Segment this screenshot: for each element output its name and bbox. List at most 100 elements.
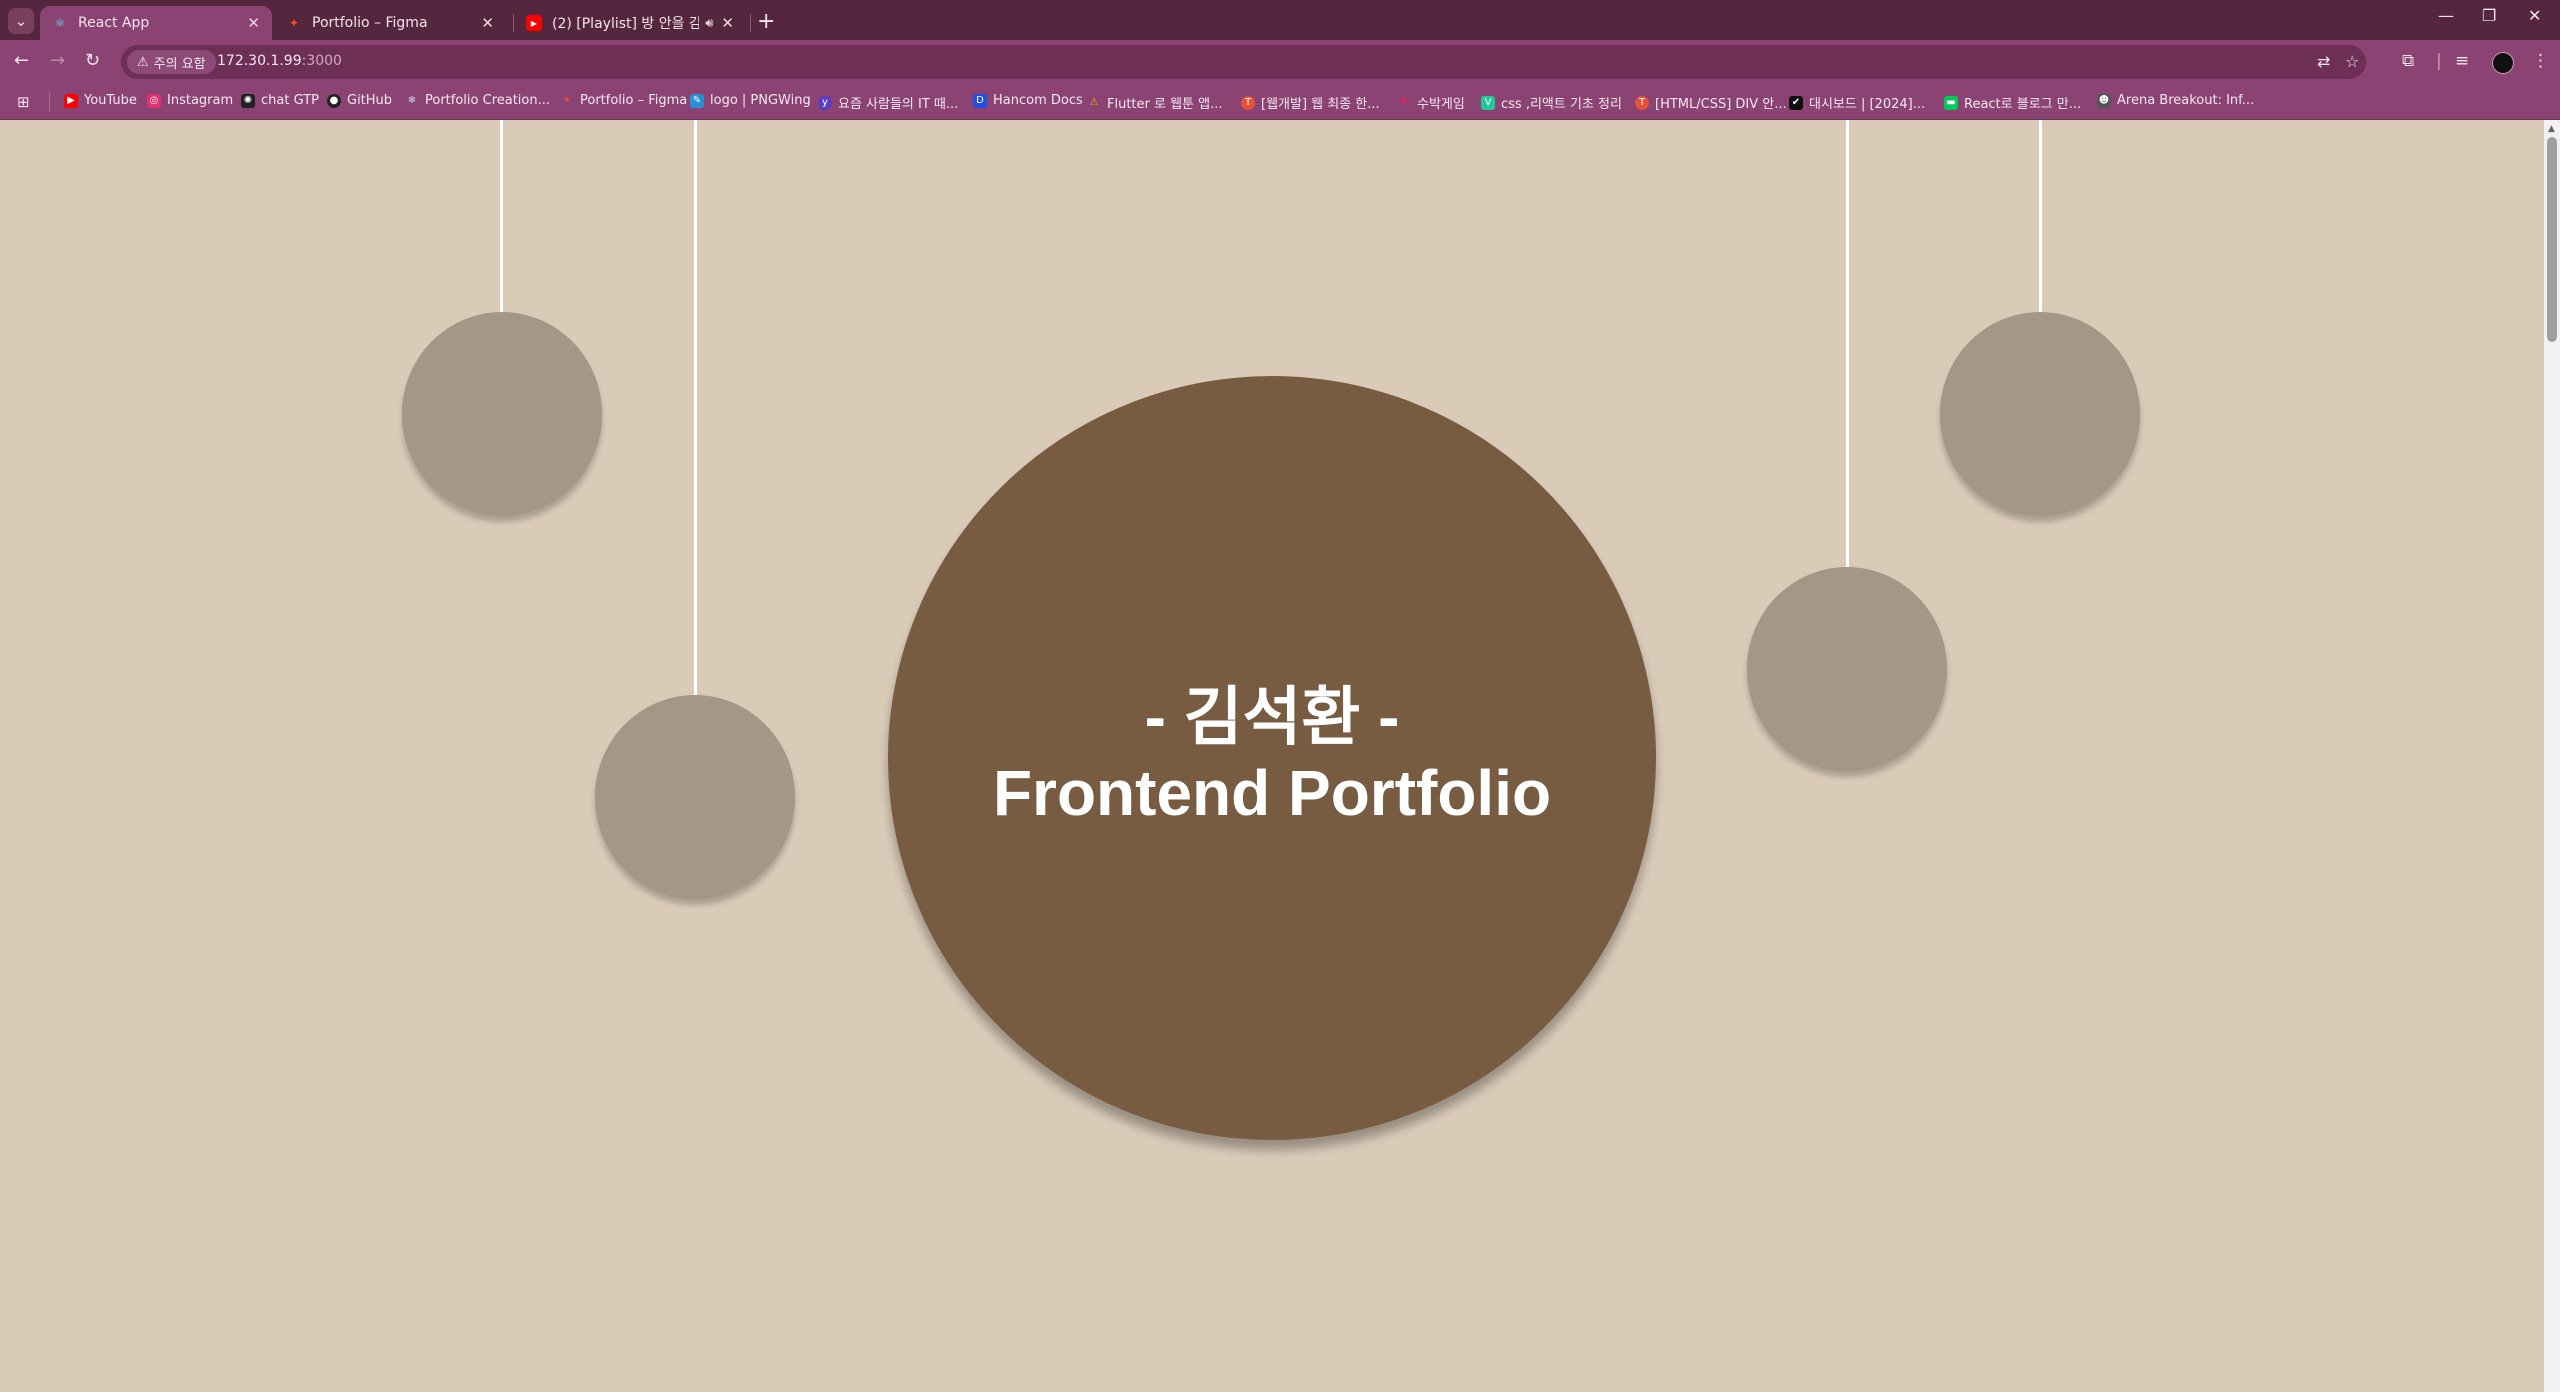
hanging-string [694, 120, 697, 696]
scrollbar-thumb[interactable] [2547, 137, 2557, 342]
back-icon[interactable]: ← [14, 50, 29, 71]
bookmark-github[interactable]: ● GitHub [327, 93, 392, 108]
bookmark-chat-gtp[interactable]: ✺ chat GTP [241, 93, 319, 108]
tab-search-button[interactable]: ⌄ [8, 8, 34, 34]
tab-title: React App [78, 15, 150, 31]
tistory-icon: T [1241, 95, 1255, 110]
figma-icon: ✦ [562, 95, 572, 106]
tab-title: Portfolio – Figma [312, 15, 428, 31]
url-port: :3000 [301, 53, 342, 69]
bookmark-dashboard[interactable]: ✔ 대시보드 | [2024]... [1789, 93, 1925, 112]
hancom-icon: D [973, 93, 987, 108]
browser-toolbar: ← → ↻ ⚠ 주의 요함 172.30.1.99:3000 ⇄ ☆ ⧉ | ≡… [0, 40, 2560, 85]
warning-icon: ⚠ [1089, 97, 1099, 108]
tab-title: (2) [Playlist] 방 안을 감싸는 [552, 16, 700, 32]
bookmark-label: Arena Breakout: Inf... [2117, 93, 2255, 108]
security-label: 주의 요함 [153, 56, 206, 72]
react-icon: ⚛ [54, 16, 66, 30]
scroll-up-icon[interactable]: ▲ [2548, 124, 2555, 134]
bookmark-label: GitHub [347, 93, 393, 108]
tab-strip: ⌄ ⚛ React App ✕ ✦ Portfolio – Figma ✕ ▶ … [0, 0, 2560, 40]
bookmark-label: logo | PNGWing [710, 93, 811, 108]
bookmark-css-react[interactable]: V css ,리액트 기초 정리 [1481, 93, 1622, 112]
bookmark-instagram[interactable]: ◎ Instagram [147, 93, 233, 108]
bookmark-label: Portfolio Creation... [425, 93, 551, 108]
tab-youtube-playlist[interactable]: ▶ (2) [Playlist] 방 안을 감싸는 🔊︎ ✕ [514, 6, 746, 40]
speaker-icon[interactable]: 🔊︎ [705, 16, 713, 31]
youtube-icon: ▶ [64, 93, 78, 108]
hanging-string [2039, 120, 2042, 312]
bookmark-hancom-docs[interactable]: D Hancom Docs [973, 93, 1083, 108]
bookmark-label: Hancom Docs [993, 93, 1083, 108]
new-tab-button[interactable]: + [757, 9, 775, 34]
hero-name: - 김석환 - [1144, 681, 1400, 753]
more-menu-icon[interactable]: ⋮ [2532, 51, 2549, 71]
close-tab-icon[interactable]: ✕ [721, 14, 734, 32]
tab-separator [750, 14, 751, 32]
close-window-icon[interactable]: ✕ [2528, 6, 2541, 25]
warning-icon: ⚠ [137, 54, 149, 70]
hero-subtitle: Frontend Portfolio [992, 757, 1552, 829]
apps-grid-icon[interactable]: ⊞ [17, 93, 30, 111]
bookmark-star-icon[interactable]: ☆ [2345, 52, 2359, 71]
tab-portfolio-figma[interactable]: ✦ Portfolio – Figma ✕ [274, 6, 506, 40]
yozm-icon: y [818, 95, 832, 110]
instagram-icon: ◎ [147, 93, 161, 108]
security-chip[interactable]: ⚠ 주의 요함 [127, 50, 216, 74]
reload-icon[interactable]: ↻ [85, 50, 100, 71]
decorative-orb [1940, 312, 2140, 516]
url-host: 172.30.1.99 [217, 53, 302, 69]
address-bar[interactable]: ⚠ 주의 요함 172.30.1.99:3000 ⇄ ☆ [121, 45, 2366, 79]
bookmark-label: [HTML/CSS] DIV 안... [1655, 97, 1787, 112]
bookmark-portfolio-figma[interactable]: ✦ Portfolio – Figma [560, 93, 687, 108]
bookmark-html-css-div[interactable]: T [HTML/CSS] DIV 안... [1635, 93, 1787, 112]
profile-avatar[interactable] [2492, 52, 2514, 74]
restore-icon[interactable]: ❐ [2482, 6, 2496, 25]
openai-icon: ✺ [241, 93, 255, 108]
bookmark-yozm-it[interactable]: y 요즘 사람들의 IT 때... [818, 93, 958, 112]
tistory-icon: T [1635, 95, 1649, 110]
bookmarks-divider [49, 92, 50, 112]
bookmark-flutter-webtoon[interactable]: ⚠ Flutter 로 웹툰 앱... [1087, 93, 1223, 112]
hanging-string [1846, 120, 1849, 568]
media-controls-icon[interactable]: ≡ [2455, 51, 2469, 71]
bookmark-web-final[interactable]: T [웹개발] 웹 최종 한... [1241, 93, 1380, 112]
url-text[interactable]: 172.30.1.99:3000 [217, 53, 342, 69]
bookmark-label: 요즘 사람들의 IT 때... [838, 97, 959, 112]
bookmark-label: chat GTP [261, 93, 319, 108]
github-icon: ● [327, 93, 341, 108]
bookmark-label: React로 블로그 만... [1964, 97, 2082, 112]
bookmark-label: Portfolio – Figma [580, 93, 688, 108]
bookmarks-bar: ⊞ ▶ YouTube ◎ Instagram ✺ chat GTP ● Git… [0, 85, 2560, 120]
hero-circle: - 김석환 - Frontend Portfolio [888, 376, 1656, 1140]
bookmark-label: YouTube [84, 93, 137, 108]
bookmark-suika-game[interactable]: ⚑ 수박게임 [1397, 93, 1465, 112]
figma-icon: ✦ [288, 16, 300, 30]
forward-icon[interactable]: → [50, 50, 65, 71]
page-viewport: - 김석환 - Frontend Portfolio [0, 120, 2544, 1392]
bookmark-label: Flutter 로 웹툰 앱... [1107, 97, 1223, 112]
bookmark-label: css ,리액트 기초 정리 [1501, 97, 1622, 112]
bookmark-youtube[interactable]: ▶ YouTube [64, 93, 137, 108]
decorative-orb [595, 695, 795, 899]
decorative-orb [1747, 567, 1947, 771]
toolbar-divider: | [2436, 51, 2442, 71]
extensions-icon[interactable]: ⧉ [2402, 51, 2414, 71]
close-tab-icon[interactable]: ✕ [481, 14, 494, 32]
tab-react-app[interactable]: ⚛ React App ✕ [40, 6, 272, 40]
hanging-string [500, 120, 503, 312]
bookmark-label: [웹개발] 웹 최종 한... [1261, 97, 1380, 112]
pngwing-icon: ✎ [690, 93, 704, 108]
game-icon: ☻ [2097, 93, 2111, 108]
youtube-icon: ▶ [526, 15, 542, 31]
bookmark-arena-breakout[interactable]: ☻ Arena Breakout: Inf... [2097, 93, 2254, 108]
decorative-orb [402, 312, 602, 516]
translate-icon[interactable]: ⇄ [2317, 52, 2330, 71]
minimize-icon[interactable]: — [2438, 6, 2454, 25]
flag-icon: ⚑ [1399, 97, 1409, 108]
close-tab-icon[interactable]: ✕ [247, 14, 260, 32]
bookmark-react-blog[interactable]: ▬ React로 블로그 만... [1944, 93, 2081, 112]
bookmark-portfolio-creation[interactable]: ❄ Portfolio Creation... [405, 93, 550, 108]
bookmark-label: Instagram [167, 93, 234, 108]
bookmark-pngwing[interactable]: ✎ logo | PNGWing [690, 93, 811, 108]
